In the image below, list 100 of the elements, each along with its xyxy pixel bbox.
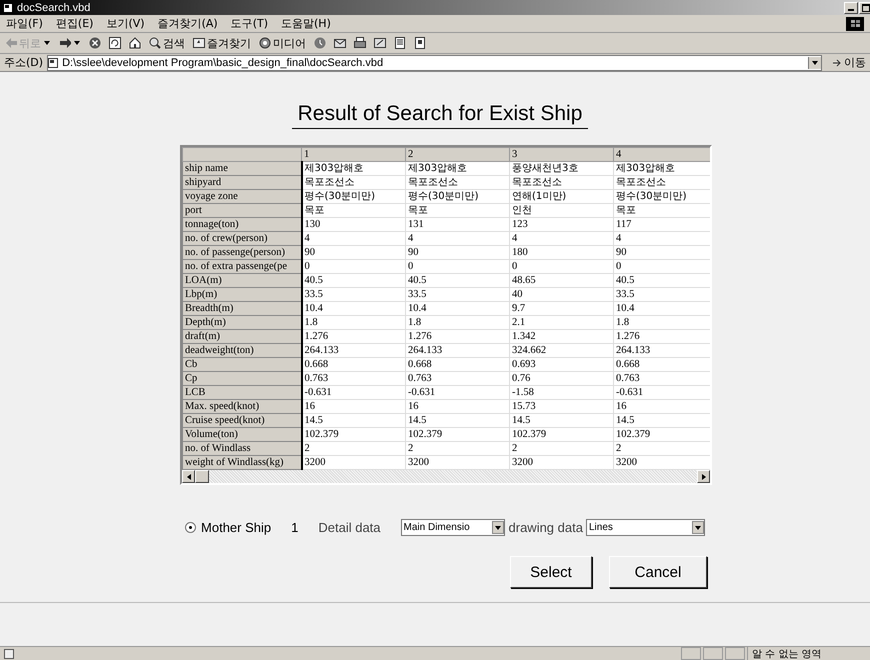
address-field[interactable]: D:\sslee\development Program\basic_design_final\docSearch.vbd (47, 54, 822, 70)
table-cell: 14.5 (302, 414, 406, 428)
windows-logo-icon (846, 16, 864, 30)
table-cell: -0.631 (406, 386, 510, 400)
minimize-button[interactable] (844, 2, 858, 14)
table-cell: 130 (302, 218, 406, 232)
page-icon (4, 648, 14, 658)
right-arrow-icon (59, 37, 71, 49)
edit-button[interactable] (373, 37, 387, 49)
menu-item[interactable]: 편집(E) (56, 16, 94, 31)
stop-icon (89, 37, 101, 49)
table-cell: 0 (406, 260, 510, 274)
search-button[interactable]: 검색 (148, 36, 186, 50)
row-header: Cb (182, 358, 302, 372)
home-button[interactable] (128, 37, 142, 49)
row-header: port (182, 204, 302, 218)
print-button[interactable] (353, 37, 367, 49)
table-cell: 1.276 (406, 330, 510, 344)
row-header: Cp (182, 372, 302, 386)
table-cell: 0.763 (406, 372, 510, 386)
home-icon (129, 37, 141, 49)
table-cell: 3200 (406, 456, 510, 470)
table-cell: 33.5 (614, 288, 710, 302)
table-cell: 1.8 (302, 316, 406, 330)
arrow-icon (832, 58, 842, 68)
table-cell: 10.4 (406, 302, 510, 316)
envelope-icon (334, 37, 346, 49)
table-cell: 16 (614, 400, 710, 414)
table-cell: 9.7 (510, 302, 614, 316)
cancel-button[interactable]: Cancel (609, 556, 707, 588)
table-cell: 14.5 (510, 414, 614, 428)
table-cell: -0.631 (614, 386, 710, 400)
table-cell: 10.4 (302, 302, 406, 316)
table-cell: 평수(30분미만) (614, 190, 710, 204)
table-cell: 0.693 (510, 358, 614, 372)
table-cell: 16 (406, 400, 510, 414)
menu-item[interactable]: 도구(T) (230, 16, 268, 31)
table-cell: 16 (302, 400, 406, 414)
drawing-dropdown[interactable]: Lines (586, 519, 705, 536)
history-button[interactable] (313, 37, 327, 49)
minimize-icon (848, 9, 854, 11)
right-arrow-icon (700, 472, 708, 480)
table-cell: 0 (302, 260, 406, 274)
mother-ship-radio[interactable]: Mother Ship (185, 520, 272, 535)
menu-item[interactable]: 파일(F) (6, 16, 43, 31)
maximize-button[interactable] (859, 2, 870, 14)
table-cell: 102.379 (302, 428, 406, 442)
row-header: Cruise speed(knot) (182, 414, 302, 428)
table-cell: 목포조선소 (302, 176, 406, 190)
column-header: 2 (406, 148, 510, 162)
discuss-button[interactable] (393, 37, 407, 49)
table-cell: 3200 (302, 456, 406, 470)
favorites-button[interactable]: 즐겨찾기 (192, 36, 252, 50)
table-cell: 102.379 (510, 428, 614, 442)
menu-item[interactable]: 보기(V) (106, 16, 145, 31)
table-cell: 제303압해호 (406, 162, 510, 176)
messenger-button[interactable] (413, 37, 427, 49)
left-arrow-icon (5, 37, 17, 49)
table-cell: 33.5 (406, 288, 510, 302)
table-cell: 0.763 (614, 372, 710, 386)
menu-item[interactable]: 즐겨찾기(A) (158, 16, 218, 31)
go-button[interactable]: 이동 (826, 55, 866, 70)
select-button[interactable]: Select (510, 556, 592, 588)
table-cell: 목포조선소 (406, 176, 510, 190)
page-heading: Result of Search for Exist Ship (292, 102, 588, 129)
row-header: draft(m) (182, 330, 302, 344)
row-header: Breadth(m) (182, 302, 302, 316)
disc-icon (259, 37, 271, 49)
media-button[interactable]: 미디어 (258, 36, 307, 50)
forward-button[interactable] (58, 37, 82, 49)
table-cell: 연해(1미만) (510, 190, 614, 204)
page-icon (3, 2, 13, 12)
table-cell: 90 (302, 246, 406, 260)
scrollbar-thumb[interactable] (195, 470, 209, 483)
table-cell: 264.133 (302, 344, 406, 358)
column-header: 4 (614, 148, 710, 162)
table-cell: 102.379 (614, 428, 710, 442)
mail-button[interactable] (333, 37, 347, 49)
table-cell: 1.8 (406, 316, 510, 330)
table-cell: 제303압해호 (614, 162, 710, 176)
table-cell: 4 (510, 232, 614, 246)
table-cell: 3200 (614, 456, 710, 470)
table-cell: 제303압해호 (302, 162, 406, 176)
table-cell: 40.5 (406, 274, 510, 288)
table-cell: 131 (406, 218, 510, 232)
table-cell: 2 (510, 442, 614, 456)
refresh-button[interactable] (108, 37, 122, 49)
table-cell: 90 (614, 246, 710, 260)
table-cell: 2 (614, 442, 710, 456)
stop-button[interactable] (88, 37, 102, 49)
column-header: 3 (510, 148, 614, 162)
row-header: Depth(m) (182, 316, 302, 330)
menu-item[interactable]: 도움말(H) (281, 16, 331, 31)
detail-dropdown[interactable]: Main Dimensio (400, 519, 505, 536)
table-cell: 목포 (302, 204, 406, 218)
table-cell: 40.5 (614, 274, 710, 288)
table-cell: 90 (406, 246, 510, 260)
table-cell: 목포 (406, 204, 510, 218)
clock-icon (314, 37, 326, 49)
pencil-icon (374, 37, 386, 49)
